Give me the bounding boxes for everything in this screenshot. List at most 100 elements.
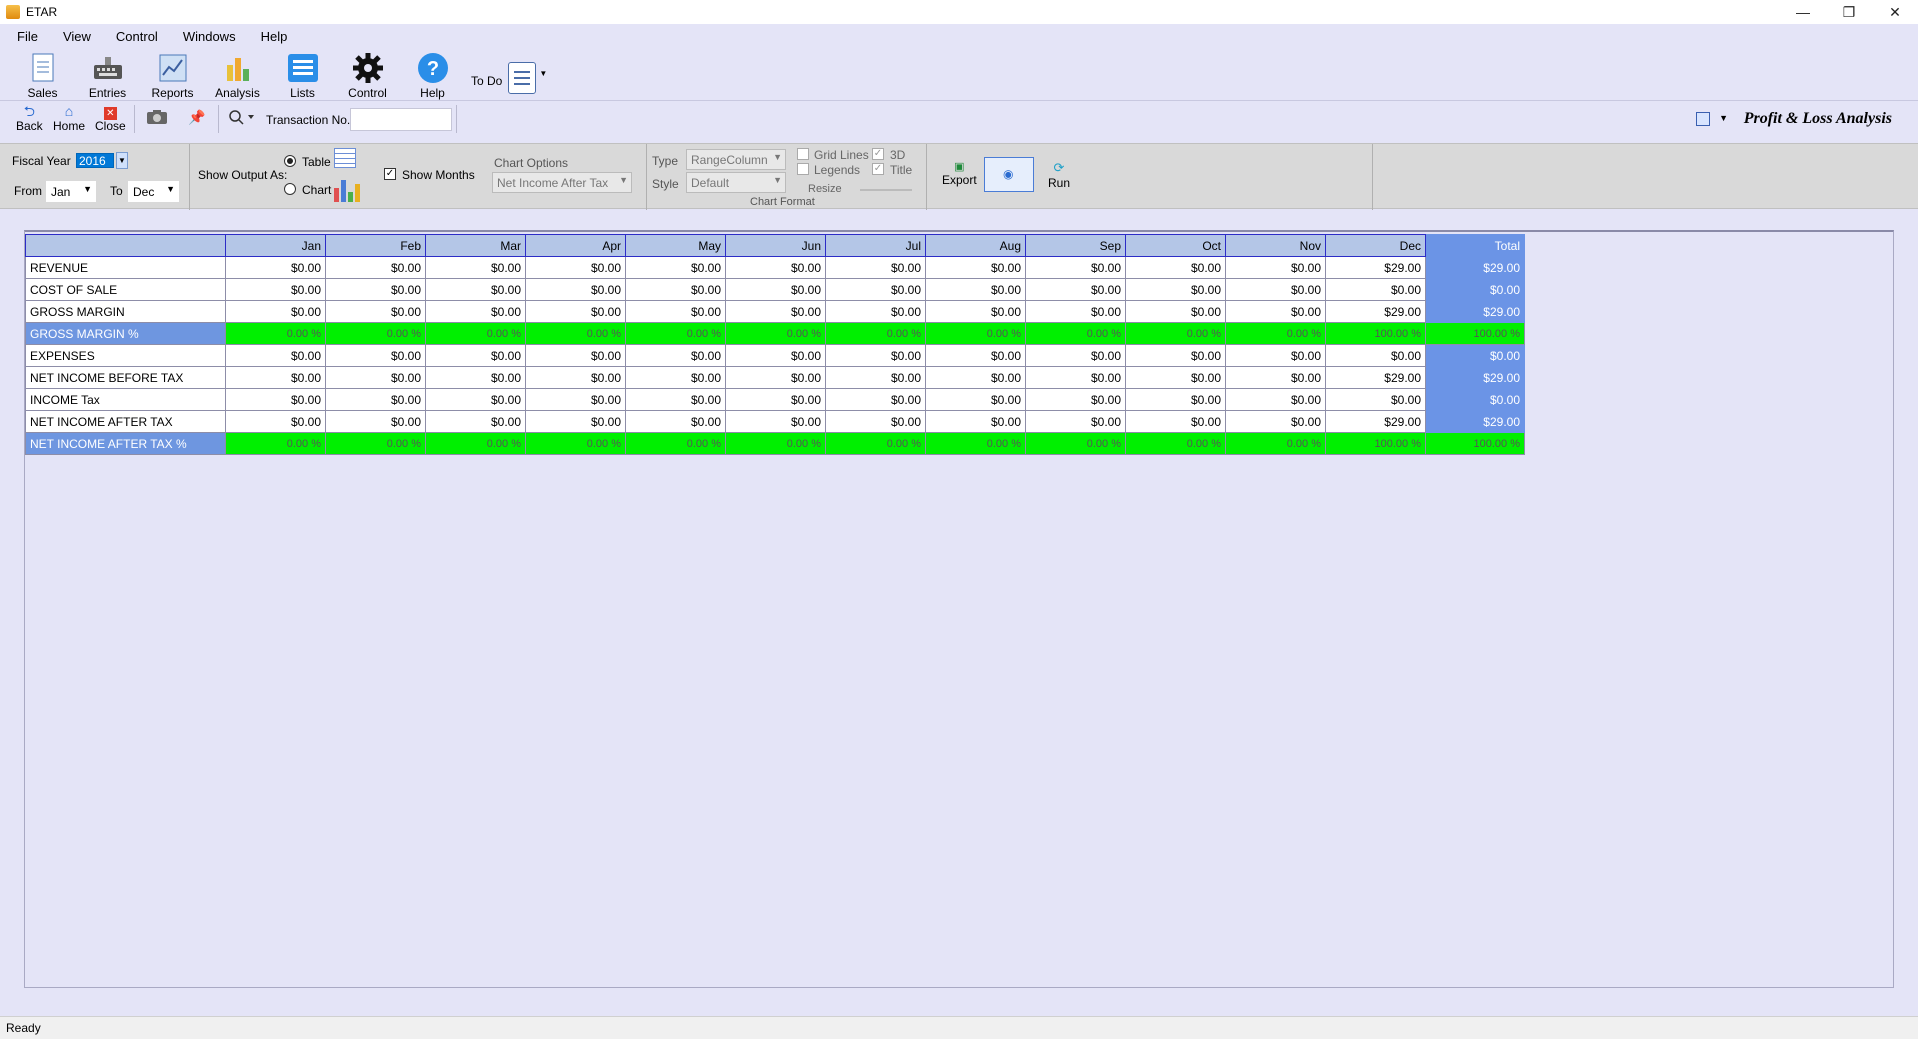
table-cell[interactable]: 0.00 % (1225, 432, 1326, 455)
table-cell[interactable]: $0.00 (925, 388, 1026, 411)
fiscal-year-select[interactable]: 2016 (76, 153, 114, 168)
export-button[interactable]: ▣ Export (942, 160, 977, 187)
table-cell[interactable]: $0.00 (425, 278, 526, 301)
run-button[interactable]: ⟳ Run (1048, 160, 1070, 190)
search-button[interactable] (228, 109, 254, 125)
analysis-button[interactable]: Analysis (205, 50, 270, 100)
table-row[interactable]: COST OF SALE $0.00 $0.00 $0.00 $0.00 $0.00 $0.… (25, 278, 1525, 301)
chart-type-select[interactable]: RangeColumn ▼ (686, 149, 786, 170)
table-cell[interactable]: $0.00 (225, 256, 326, 279)
table-cell[interactable]: $0.00 (225, 344, 326, 367)
sales-button[interactable]: Sales (10, 50, 75, 100)
table-cell[interactable]: $0.00 (1225, 256, 1326, 279)
table-cell[interactable]: $0.00 (825, 256, 926, 279)
table-cell[interactable]: $0.00 (725, 366, 826, 389)
window-icon[interactable] (1696, 112, 1710, 126)
table-cell[interactable]: $0.00 (1225, 344, 1326, 367)
total-cell[interactable]: $0.00 (1425, 344, 1525, 367)
table-cell[interactable]: $0.00 (825, 344, 926, 367)
table-cell[interactable]: $0.00 (825, 366, 926, 389)
show-months-label[interactable]: Show Months (402, 168, 475, 182)
column-header[interactable]: Dec (1325, 234, 1426, 257)
table-cell[interactable]: $0.00 (925, 300, 1026, 323)
table-cell[interactable]: $0.00 (1125, 344, 1226, 367)
table-cell[interactable]: $0.00 (1025, 388, 1126, 411)
pin-button[interactable]: 📌 (188, 109, 205, 125)
table-cell[interactable]: $0.00 (625, 344, 726, 367)
table-cell[interactable]: $0.00 (225, 278, 326, 301)
table-cell[interactable]: $0.00 (1225, 388, 1326, 411)
table-cell[interactable]: $0.00 (425, 410, 526, 433)
table-cell[interactable]: $0.00 (525, 256, 626, 279)
chart-radio[interactable] (284, 183, 296, 195)
table-cell[interactable]: $0.00 (1125, 388, 1226, 411)
column-header[interactable]: Feb (325, 234, 426, 257)
from-month-select[interactable]: Jan ▼ (46, 181, 96, 202)
entries-button[interactable]: Entries (75, 50, 140, 100)
table-row[interactable]: REVENUE $0.00 $0.00 $0.00 $0.00 $0.00 $0.00 $0.… (25, 256, 1525, 279)
column-header-total[interactable]: Total (1425, 234, 1525, 257)
row-label[interactable]: REVENUE (25, 256, 226, 279)
table-cell[interactable]: $0.00 (425, 388, 526, 411)
back-button[interactable]: ⮌ Back (16, 103, 43, 133)
table-cell[interactable]: $0.00 (525, 300, 626, 323)
chart-options-select[interactable]: Net Income After Tax ▼ (492, 172, 632, 193)
table-cell[interactable]: 0.00 % (425, 322, 526, 345)
menu-view[interactable]: View (47, 26, 100, 48)
total-cell[interactable]: $29.00 (1425, 410, 1525, 433)
table-cell[interactable]: $0.00 (225, 410, 326, 433)
table-cell[interactable]: $0.00 (925, 278, 1026, 301)
table-row[interactable]: GROSS MARGIN $0.00 $0.00 $0.00 $0.00 $0.00 $0.… (25, 300, 1525, 323)
table-cell[interactable]: 0.00 % (325, 322, 426, 345)
table-row[interactable]: INCOME Tax $0.00 $0.00 $0.00 $0.00 $0.00 $0.00… (25, 388, 1525, 411)
row-label[interactable]: GROSS MARGIN % (25, 322, 226, 345)
help-button[interactable]: ? Help (400, 50, 465, 100)
table-cell[interactable]: 0.00 % (725, 322, 826, 345)
total-cell[interactable]: $0.00 (1425, 388, 1525, 411)
table-cell[interactable]: 0.00 % (925, 432, 1026, 455)
table-cell[interactable]: $0.00 (625, 278, 726, 301)
table-cell[interactable]: $0.00 (925, 410, 1026, 433)
row-label[interactable]: NET INCOME AFTER TAX (25, 410, 226, 433)
table-cell[interactable]: $0.00 (1025, 256, 1126, 279)
table-cell[interactable]: $29.00 (1325, 300, 1426, 323)
table-cell[interactable]: $0.00 (1325, 278, 1426, 301)
table-cell[interactable]: 100.00 % (1325, 322, 1426, 345)
table-cell[interactable]: $0.00 (825, 278, 926, 301)
table-cell[interactable]: $0.00 (925, 256, 1026, 279)
table-cell[interactable]: $0.00 (725, 300, 826, 323)
table-cell[interactable]: $0.00 (1125, 366, 1226, 389)
close-window-button[interactable]: ✕ (1872, 0, 1918, 24)
3d-checkbox[interactable]: ✓ (872, 148, 884, 160)
column-header[interactable]: Sep (1025, 234, 1126, 257)
table-cell[interactable]: $0.00 (225, 300, 326, 323)
table-cell[interactable]: $29.00 (1325, 256, 1426, 279)
column-header[interactable]: May (625, 234, 726, 257)
table-cell[interactable]: $0.00 (925, 366, 1026, 389)
table-row[interactable]: EXPENSES $0.00 $0.00 $0.00 $0.00 $0.00 $0.00 $0… (25, 344, 1525, 367)
table-cell[interactable]: $0.00 (425, 344, 526, 367)
column-header[interactable]: Oct (1125, 234, 1226, 257)
todo-label[interactable]: To Do (471, 74, 502, 88)
table-cell[interactable]: $0.00 (825, 300, 926, 323)
column-header[interactable]: Apr (525, 234, 626, 257)
column-header[interactable]: Nov (1225, 234, 1326, 257)
camera-button[interactable] (146, 109, 168, 125)
table-cell[interactable]: $0.00 (725, 410, 826, 433)
table-cell[interactable]: $0.00 (525, 278, 626, 301)
table-cell[interactable]: $0.00 (1125, 300, 1226, 323)
home-button[interactable]: ⌂ Home (53, 103, 85, 133)
table-row[interactable]: NET INCOME AFTER TAX % 0.00 % 0.00 % 0.00 %… (25, 432, 1525, 455)
legends-checkbox[interactable] (797, 163, 809, 175)
row-label[interactable]: INCOME Tax (25, 388, 226, 411)
table-cell[interactable]: 0.00 % (225, 322, 326, 345)
table-cell[interactable]: $0.00 (725, 344, 826, 367)
table-cell[interactable]: 0.00 % (425, 432, 526, 455)
total-cell[interactable]: $29.00 (1425, 366, 1525, 389)
table-cell[interactable]: $0.00 (625, 410, 726, 433)
table-row[interactable]: NET INCOME AFTER TAX $0.00 $0.00 $0.00 $0.00… (25, 410, 1525, 433)
lists-button[interactable]: Lists (270, 50, 335, 100)
table-cell[interactable]: $0.00 (825, 388, 926, 411)
table-cell[interactable]: $0.00 (325, 410, 426, 433)
menu-file[interactable]: File (0, 26, 47, 48)
